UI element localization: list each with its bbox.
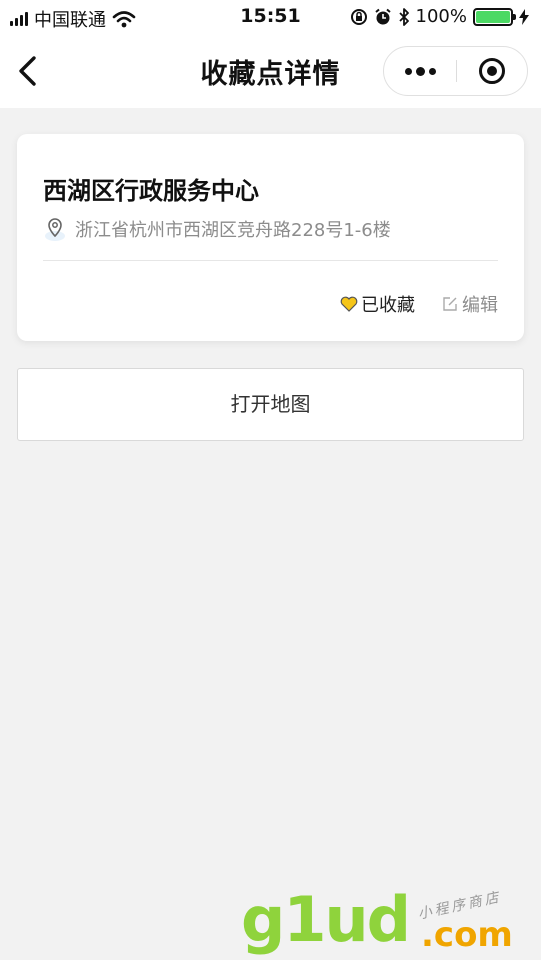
card-divider [43,260,498,261]
edit-button[interactable]: 编辑 [441,291,498,317]
place-name: 西湖区行政服务中心 [43,177,259,205]
watermark-suffix: .com [421,915,513,955]
edit-label: 编辑 [462,295,498,316]
battery-level [476,10,510,23]
capsule-divider [456,60,457,82]
open-map-button[interactable]: 打开地图 [17,368,524,441]
close-miniprogram-button[interactable] [479,58,505,84]
watermark-brand: g1ud [241,883,411,956]
rotation-lock-icon [350,8,367,25]
favorite-label: 已收藏 [361,295,415,316]
address-text: 浙江省杭州市西湖区竞舟路228号1-6楼 [75,220,391,241]
more-button[interactable] [384,47,456,95]
charging-icon [519,8,529,25]
favorite-button[interactable]: 已收藏 [340,291,415,317]
bluetooth-icon [398,7,409,26]
card-actions: 已收藏 编辑 [340,291,498,317]
edit-icon [443,297,457,311]
battery-percent: 100% [415,6,467,27]
alarm-icon [374,8,391,24]
place-card: 西湖区行政服务中心 浙江省杭州市西湖区竞舟路228号1-6楼 已收藏 编辑 [17,134,524,341]
status-bar: 中国联通 15:51 100% [0,0,541,34]
menu-capsule [383,46,528,96]
location-pin-icon [45,218,65,241]
nav-bar: 收藏点详情 [0,34,541,108]
battery-icon [473,7,516,26]
status-right: 100% [350,6,529,27]
address-row: 浙江省杭州市西湖区竞舟路228号1-6楼 [43,216,391,242]
watermark-logo: g1ud .com 小程序商店 [241,885,541,960]
heart-icon [340,296,358,312]
more-dots-icon [404,67,412,75]
